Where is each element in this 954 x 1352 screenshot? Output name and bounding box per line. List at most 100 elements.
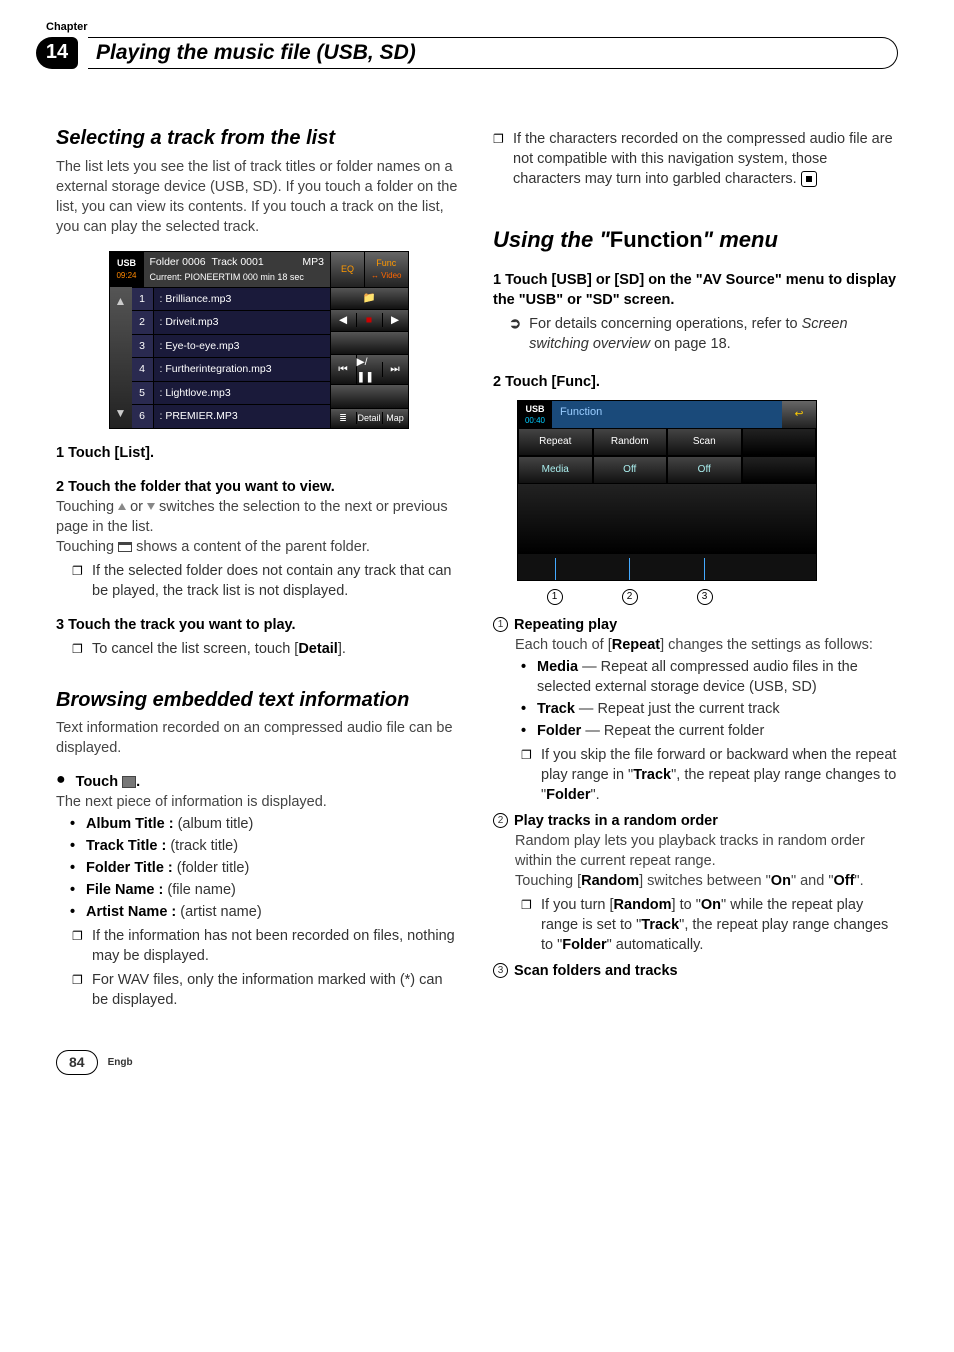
track-row-title[interactable]: : Lightlove.mp3 <box>154 382 330 404</box>
track-row-title[interactable]: : Eye-to-eye.mp3 <box>154 335 330 357</box>
step-2-sub-b: Touching shows a content of the parent f… <box>56 537 461 557</box>
track-row-title[interactable]: : Driveit.mp3 <box>154 311 330 333</box>
t: menu <box>713 227 778 252</box>
garble-note: If the characters recorded on the compre… <box>513 129 898 189</box>
func-step-1: 1 Touch [USB] or [SD] on the "AV Source"… <box>493 270 898 310</box>
t: ] switches between " <box>639 873 771 889</box>
func-step-2: 2 Touch [Func]. <box>493 372 898 392</box>
function-menu-screenshot: USB 00:40 Function ↩ RepeatRandomScan Me… <box>517 400 817 581</box>
t: shows a content of the parent folder. <box>132 539 370 555</box>
track-row-num: 2 <box>132 311 154 333</box>
repeating-heading: Repeating play <box>514 617 617 633</box>
page-up-icon[interactable]: ▲ <box>115 293 127 310</box>
t: Detail <box>298 641 338 657</box>
func-col-value: Off <box>593 456 668 484</box>
t: Off <box>833 873 854 889</box>
func-col-header[interactable]: Random <box>593 428 668 456</box>
t: Random <box>614 897 672 913</box>
next-track-icon[interactable]: ⏭ <box>382 362 408 376</box>
back-icon[interactable]: ↩ <box>782 401 816 428</box>
track-row-num: 3 <box>132 335 154 357</box>
info-item: File Name : (file name) <box>86 880 461 900</box>
touch-info-step: ● Touch . <box>56 772 461 792</box>
heading-function-menu: Using the "Function" menu <box>493 225 898 255</box>
t: on page 18. <box>650 336 731 352</box>
track-row-title[interactable]: : PREMIER.MP3 <box>154 405 330 427</box>
note-icon <box>72 561 82 601</box>
info-note-1: If the information has not been recorded… <box>92 926 461 966</box>
t: Using the <box>493 227 599 252</box>
info-list-icon <box>122 776 136 788</box>
circ-2-icon: 2 <box>493 813 508 828</box>
t: On <box>701 897 721 913</box>
track-row-title[interactable]: : Furtherintegration.mp3 <box>154 358 330 380</box>
nav-left-icon[interactable]: ◀ <box>331 313 356 327</box>
prev-track-icon[interactable]: ⏮ <box>331 362 356 376</box>
callout-3: 3 <box>697 589 713 605</box>
shot2-time: 00:40 <box>525 415 545 426</box>
func-col-header[interactable]: Scan <box>667 428 742 456</box>
chapter-header: 14 Playing the music file (USB, SD) <box>56 37 898 69</box>
t: Touching <box>56 539 118 555</box>
nav-right-icon[interactable]: ▶ <box>382 313 408 327</box>
shot1-video-label: ↔ Video <box>371 270 402 281</box>
t: ". <box>854 873 863 889</box>
info-item: Artist Name : (artist name) <box>86 902 461 922</box>
chapter-title: Playing the music file (USB, SD) <box>96 39 416 68</box>
shot1-usb-badge: USB 09:24 <box>110 252 144 287</box>
repeat-item: Folder — Repeat the current folder <box>537 721 898 741</box>
shot2-usb-label: USB <box>525 403 544 415</box>
bullet-icon: ● <box>56 772 66 792</box>
shot1-time: 09:24 <box>116 270 136 281</box>
t: " and " <box>791 873 834 889</box>
note-icon <box>493 129 503 189</box>
t: For details concerning operations, refer… <box>529 316 801 332</box>
shot1-eq-button[interactable]: EQ <box>330 252 364 287</box>
t: On <box>771 873 791 889</box>
t: Repeat <box>612 637 660 653</box>
chapter-label: Chapter <box>46 20 898 35</box>
repeat-note: If you skip the file forward or backward… <box>541 745 898 805</box>
func-col-value: Media <box>518 456 593 484</box>
step-3-note: To cancel the list screen, touch [Detail… <box>92 639 346 659</box>
repeat-item: Track — Repeat just the current track <box>537 699 898 719</box>
t: ]. <box>338 641 346 657</box>
note-icon <box>72 970 82 1010</box>
shot1-func-button[interactable]: Func <box>371 257 402 269</box>
item-2: 2Play tracks in a random order <box>493 811 898 831</box>
t: Touch <box>76 774 122 790</box>
t: Function <box>610 227 703 252</box>
end-mark-icon <box>801 171 817 187</box>
track-row-num: 4 <box>132 358 154 380</box>
t: " <box>703 227 713 252</box>
up-arrow-icon <box>118 503 126 510</box>
map-button[interactable]: Map <box>382 412 408 424</box>
t: ". <box>590 787 599 803</box>
list-icon[interactable]: ≣ <box>331 412 356 424</box>
repeat-item: Media — Repeat all compressed audio file… <box>537 657 898 697</box>
track-row-num: 6 <box>132 405 154 427</box>
t: or <box>126 499 147 515</box>
nav-stop-icon[interactable]: ■ <box>356 313 382 327</box>
parent-folder-icon <box>118 542 132 552</box>
t: . <box>136 774 140 790</box>
func-col-header[interactable]: Repeat <box>518 428 593 456</box>
item-3: 3Scan folders and tracks <box>493 961 898 981</box>
func-refer: For details concerning operations, refer… <box>529 314 898 354</box>
track-row-num: 5 <box>132 382 154 404</box>
play-pause-icon[interactable]: ▶/❚❚ <box>356 355 382 384</box>
shot2-usb-badge: USB 00:40 <box>518 401 552 428</box>
t: " automatically. <box>607 937 704 953</box>
folder-up-icon[interactable]: 📁 <box>362 291 375 305</box>
repeat-list: Media — Repeat all compressed audio file… <box>493 657 898 741</box>
t: Track <box>633 767 671 783</box>
track-row-title[interactable]: : Brilliance.mp3 <box>154 288 330 310</box>
step-2-note: If the selected folder does not contain … <box>92 561 461 601</box>
detail-button[interactable]: Detail <box>356 412 382 424</box>
t: Folder <box>562 937 606 953</box>
note-icon <box>521 895 531 955</box>
page-down-icon[interactable]: ▼ <box>115 405 127 422</box>
right-column: If the characters recorded on the compre… <box>493 125 898 1010</box>
t: If the characters recorded on the compre… <box>513 131 893 187</box>
note-icon <box>521 745 531 805</box>
